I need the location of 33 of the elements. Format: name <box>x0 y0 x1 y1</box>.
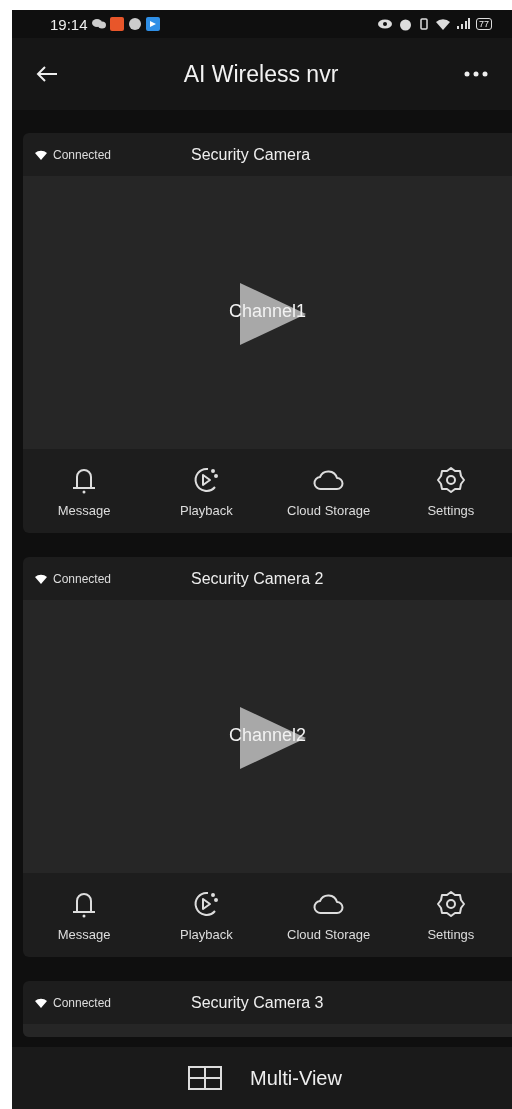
app-icon <box>109 17 124 31</box>
app-icon <box>145 17 160 31</box>
page-title: AI Wireless nvr <box>182 60 340 88</box>
wifi-icon <box>35 997 47 1008</box>
clock-time: 19:14 <box>50 15 88 33</box>
settings-icon <box>435 464 466 495</box>
camera-name: Security Camera <box>191 145 311 164</box>
wifi-icon <box>436 18 450 30</box>
wifi-icon <box>35 573 47 584</box>
settings-icon <box>435 888 466 919</box>
grid-icon <box>188 1066 223 1090</box>
action-button[interactable]: Playback <box>145 873 268 957</box>
action-button[interactable]: Message <box>23 873 146 957</box>
connection-status: Connected <box>53 147 112 162</box>
action-button[interactable]: Cloud Storage <box>267 449 390 533</box>
connection-status: Connected <box>53 571 112 586</box>
action-button[interactable]: Playback <box>145 449 268 533</box>
action-button[interactable]: Message <box>23 449 146 533</box>
eye-icon <box>377 18 393 30</box>
back-arrow-icon <box>36 65 58 83</box>
camera-name: Security Camera 2 <box>191 569 324 588</box>
battery-icon: 77 <box>476 18 492 30</box>
multi-view-button[interactable]: Multi-View <box>12 1047 512 1109</box>
action-button[interactable]: Settings <box>389 873 512 957</box>
connection-status: Connected <box>53 995 112 1010</box>
more-icon <box>464 71 488 77</box>
vibrate-icon <box>418 18 430 30</box>
action-button[interactable]: Cloud Storage <box>267 873 390 957</box>
chat-icon <box>91 18 106 30</box>
action-button[interactable]: Settings <box>389 449 512 533</box>
wifi-icon <box>35 149 47 160</box>
camera-name: Security Camera 3 <box>191 993 324 1012</box>
signal-icon <box>456 18 470 30</box>
